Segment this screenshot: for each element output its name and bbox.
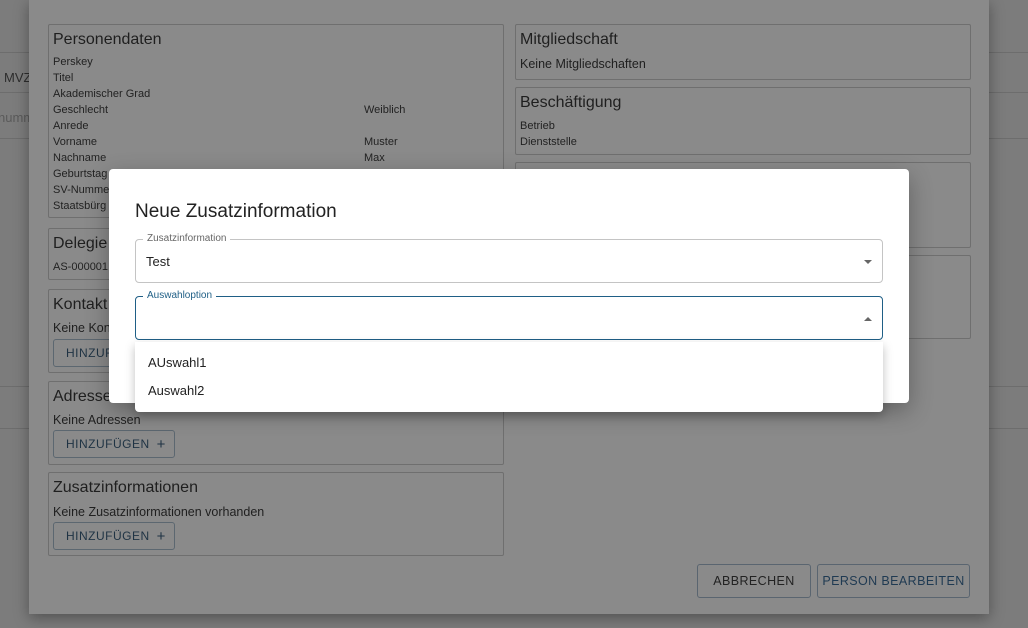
option-select[interactable]: Auswahloption	[135, 290, 883, 340]
plus-icon: +	[156, 527, 166, 545]
modal-title: Neue Zusatzinformation	[135, 201, 337, 222]
membership-card: Mitgliedschaft Keine Mitgliedschaften	[515, 24, 971, 80]
plus-icon: +	[156, 435, 166, 453]
additional-info-empty-text: Keine Zusatzinformationen vorhanden	[53, 505, 265, 519]
cancel-button[interactable]: ABBRECHEN	[697, 564, 811, 598]
card-title: Beschäftigung	[520, 94, 622, 111]
person-field-label: Perskey	[53, 56, 93, 68]
contacts-empty-text: Keine Kon	[53, 321, 111, 335]
additional-info-card: Zusatzinformationen Keine Zusatzinformat…	[48, 472, 504, 556]
addresses-empty-text: Keine Adressen	[53, 413, 141, 427]
person-field-value: Weiblich	[364, 104, 406, 116]
field-value: Test	[146, 254, 170, 269]
field-label: Auswahloption	[143, 290, 217, 302]
card-title: Kontakt	[53, 296, 108, 313]
option-dropdown-list: AUswahl1 Auswahl2	[135, 342, 883, 412]
add-additional-info-button[interactable]: HINZUFÜGEN +	[53, 522, 175, 550]
cancel-label: ABBRECHEN	[713, 574, 795, 588]
field-label: Zusatzinformation	[143, 233, 231, 245]
card-title: Delegie	[53, 235, 108, 252]
person-field-label: Anrede	[53, 120, 89, 132]
edit-person-button[interactable]: PERSON BEARBEITEN	[817, 564, 970, 598]
person-field-label: Titel	[53, 72, 74, 84]
add-address-label: HINZUFÜGEN	[66, 437, 150, 451]
person-field-label: Vorname	[53, 136, 98, 148]
person-field-label: Geschlecht	[53, 104, 109, 116]
additional-info-select[interactable]: Zusatzinformation Test	[135, 233, 883, 283]
person-field-label: Geburtstag	[53, 168, 108, 180]
dropdown-option[interactable]: Auswahl2	[135, 377, 883, 405]
membership-empty-text: Keine Mitgliedschaften	[520, 57, 646, 71]
dropdown-option[interactable]: AUswahl1	[135, 349, 883, 377]
employment-card: Beschäftigung Betrieb Dienststelle	[515, 87, 971, 155]
card-title: Personendaten	[53, 31, 162, 48]
person-field-label: Akademischer Grad	[53, 88, 151, 100]
person-field-value: Muster	[364, 136, 398, 148]
person-field-label: Nachname	[53, 152, 107, 164]
person-field-label: Staatsbürg	[53, 200, 107, 212]
person-field-label: SV-Nummer	[53, 184, 113, 196]
card-title: Zusatzinformationen	[53, 479, 198, 496]
employment-row: Betrieb	[520, 120, 555, 132]
delegation-value: AS-000001	[53, 261, 109, 273]
card-title: Adresse	[53, 388, 112, 405]
person-field-value: Max	[364, 152, 385, 164]
chevron-up-icon[interactable]	[864, 317, 872, 321]
chevron-down-icon[interactable]	[864, 260, 872, 264]
add-additional-info-label: HINZUFÜGEN	[66, 529, 150, 543]
add-address-button[interactable]: HINZUFÜGEN +	[53, 430, 175, 458]
bg-label: MVZ	[4, 70, 32, 85]
edit-person-label: PERSON BEARBEITEN	[822, 574, 965, 588]
add-contact-label: HINZUF	[66, 346, 113, 360]
card-title: Mitgliedschaft	[520, 31, 618, 48]
employment-row: Dienststelle	[520, 136, 577, 148]
